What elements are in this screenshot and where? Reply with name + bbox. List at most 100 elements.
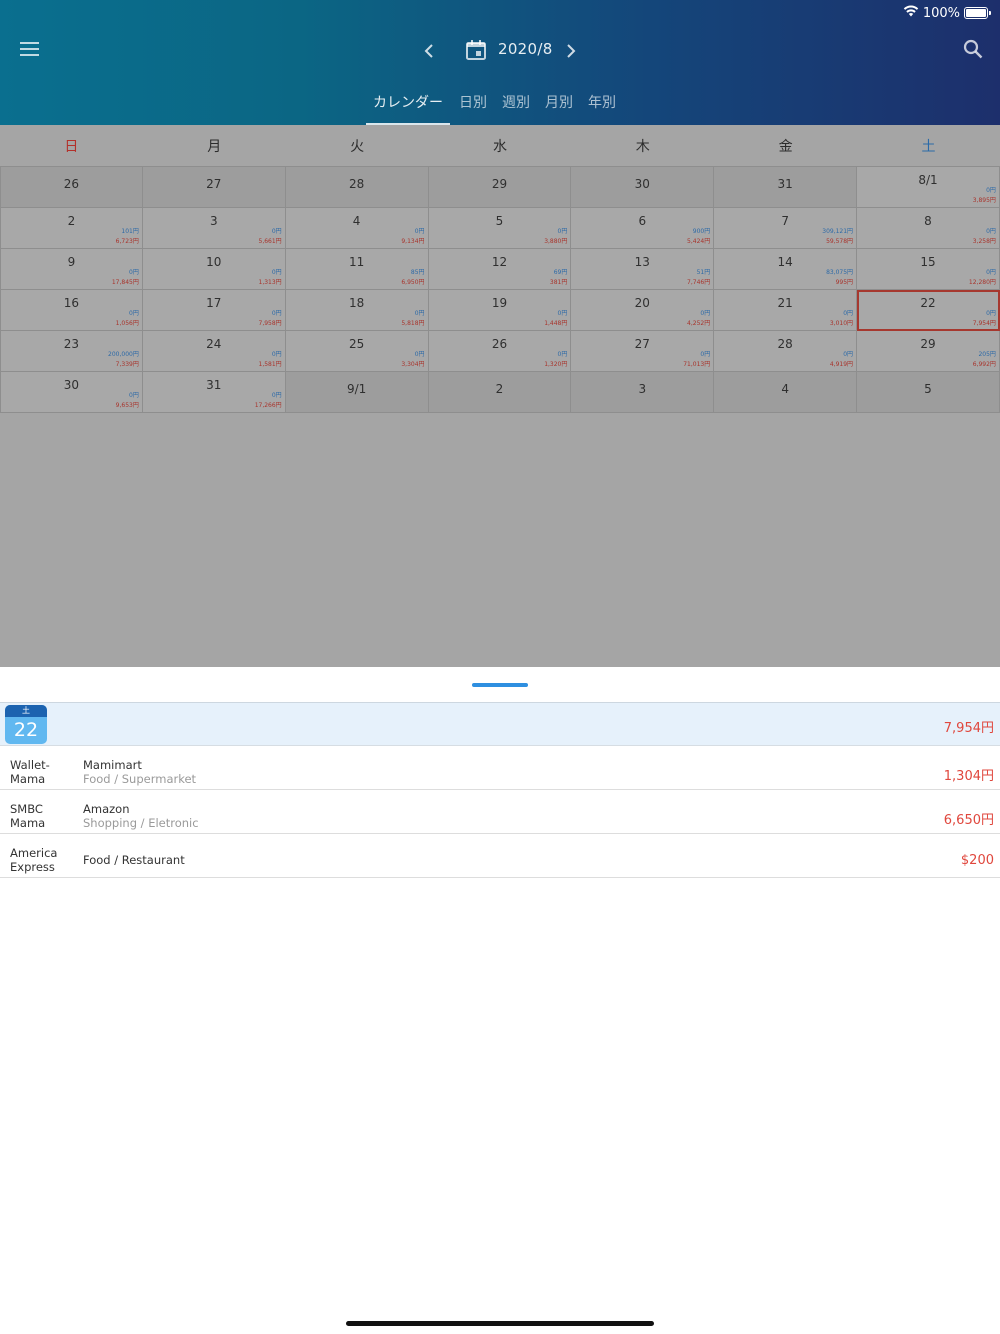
day-expense: 3,010円 xyxy=(829,320,854,327)
transaction-account: Wallet- Mama xyxy=(10,758,50,786)
search-button[interactable] xyxy=(958,34,988,64)
calendar-day-cell[interactable]: 17 0円 7,958円 xyxy=(142,290,286,331)
calendar-day-cell[interactable]: 3 0円 5,661円 xyxy=(142,208,286,249)
day-income: 0円 xyxy=(557,228,568,235)
calendar-day-cell[interactable]: 7 309,121円 59,578円 xyxy=(714,208,858,249)
calendar-day-cell[interactable]: 21 0円 3,010円 xyxy=(714,290,858,331)
calendar-day-cell[interactable]: 9/1 xyxy=(285,372,429,413)
calendar-icon[interactable] xyxy=(464,38,488,62)
calendar-day-cell[interactable]: 2 101円 6,723円 xyxy=(0,208,143,249)
day-income: 0円 xyxy=(986,187,996,194)
calendar-day-cell[interactable]: 30 xyxy=(571,167,715,208)
calendar-day-cell[interactable]: 2 xyxy=(428,372,572,413)
calendar-day-cell[interactable]: 5 xyxy=(857,372,1000,413)
calendar-day-cell[interactable]: 11 85円 6,950円 xyxy=(285,249,429,290)
wifi-icon xyxy=(903,5,919,21)
calendar-day-cell[interactable]: 26 xyxy=(0,167,143,208)
calendar-grid: 26 27 28 29 30 31 8/1 0円 3,895円 2 101円 6,723円 3 0円 5,6… xyxy=(0,166,1000,413)
day-number: 27 xyxy=(634,337,650,351)
calendar-day-cell[interactable]: 27 xyxy=(142,167,286,208)
day-number: 10 xyxy=(206,255,222,269)
transaction-account: SMBC Mama xyxy=(10,802,46,830)
calendar-day-cell[interactable]: 4 0円 9,134円 xyxy=(285,208,429,249)
prev-month-button[interactable] xyxy=(418,38,440,64)
calendar-day-cell[interactable]: 30 0円 9,653円 xyxy=(0,372,143,413)
calendar-day-cell[interactable]: 23 200,000円 7,339円 xyxy=(0,331,143,372)
tab-calendar[interactable]: カレンダー xyxy=(366,86,450,125)
day-income: 0円 xyxy=(986,310,996,317)
day-expense: 1,581円 xyxy=(258,361,282,368)
day-income: 0円 xyxy=(271,310,282,317)
battery-percent: 100% xyxy=(922,5,960,21)
day-income: 0円 xyxy=(700,310,711,317)
day-income: 0円 xyxy=(271,228,282,235)
day-expense: 4,919円 xyxy=(829,361,854,368)
day-number: 11 xyxy=(348,255,365,269)
next-month-button[interactable] xyxy=(560,38,582,64)
tab-weekly[interactable]: 週別 xyxy=(496,86,536,125)
day-expense: 59,578円 xyxy=(826,238,854,245)
calendar-day-cell[interactable]: 6 900円 5,424円 xyxy=(571,208,715,249)
day-number: 21 xyxy=(777,296,793,310)
calendar-day-cell[interactable]: 13 51円 7,746円 xyxy=(571,249,715,290)
calendar-day-cell[interactable]: 27 0円 71,013円 xyxy=(571,331,715,372)
calendar-day-cell[interactable]: 31 xyxy=(714,167,858,208)
calendar-day-cell[interactable]: 12 69円 381円 xyxy=(428,249,572,290)
day-number: 24 xyxy=(206,337,222,351)
tab-yearly[interactable]: 年別 xyxy=(582,86,622,125)
menu-button[interactable] xyxy=(14,34,46,64)
selected-day-summary[interactable]: 土 22 7,954円 xyxy=(0,702,1000,746)
day-number: 3 xyxy=(209,214,218,228)
search-icon xyxy=(963,39,983,59)
calendar-day-cell[interactable]: 29 205円 6,992円 xyxy=(857,331,1000,372)
calendar-day-cell[interactable]: 15 0円 12,280円 xyxy=(857,249,1000,290)
current-month[interactable]: 2020/8 xyxy=(498,40,553,58)
chevron-left-icon xyxy=(424,44,433,58)
home-indicator xyxy=(346,1321,654,1326)
day-number: 30 xyxy=(634,177,650,191)
transaction-row[interactable]: Wallet- Mama Mamimart Food / Supermarket… xyxy=(0,746,1000,790)
calendar-day-cell[interactable]: 28 xyxy=(285,167,429,208)
day-expense: 995円 xyxy=(835,279,854,286)
calendar-day-cell[interactable]: 5 0円 3,880円 xyxy=(428,208,572,249)
calendar-day-cell[interactable]: 14 83,075円 995円 xyxy=(714,249,858,290)
transaction-row[interactable]: America Express Food / Restaurant $200 xyxy=(0,834,1000,878)
day-number: 22 xyxy=(920,296,936,310)
calendar-day-cell[interactable]: 16 0円 1,056円 xyxy=(0,290,143,331)
calendar-day-cell[interactable]: 4 xyxy=(714,372,858,413)
day-number: 18 xyxy=(348,296,365,310)
calendar-day-cell[interactable]: 19 0円 1,448円 xyxy=(428,290,572,331)
day-expense: 4,252円 xyxy=(687,320,711,327)
calendar-day-cell[interactable]: 3 xyxy=(571,372,715,413)
transaction-category: Food / Supermarket xyxy=(83,772,197,786)
transaction-row[interactable]: SMBC Mama Amazon Shopping / Eletronic 6,… xyxy=(0,790,1000,834)
day-income: 900円 xyxy=(692,228,711,235)
calendar-day-cell[interactable]: 26 0円 1,320円 xyxy=(428,331,572,372)
day-income: 83,075円 xyxy=(826,269,854,276)
day-expense: 6,950円 xyxy=(401,279,425,286)
transaction-category: Shopping / Eletronic xyxy=(83,816,199,830)
tab-daily[interactable]: 日別 xyxy=(453,86,493,125)
tab-monthly[interactable]: 月別 xyxy=(539,86,579,125)
calendar-day-cell[interactable]: 8/1 0円 3,895円 xyxy=(857,167,1000,208)
calendar-day-cell[interactable]: 8 0円 3,258円 xyxy=(857,208,1000,249)
sheet-drag-handle[interactable] xyxy=(472,683,528,687)
day-income: 200,000円 xyxy=(108,351,139,358)
weekday-fri: 金 xyxy=(778,138,793,155)
calendar-day-cell[interactable]: 10 0円 1,313円 xyxy=(142,249,286,290)
calendar-day-cell[interactable]: 29 xyxy=(428,167,572,208)
calendar-day-cell-selected[interactable]: 22 0円 7,954円 xyxy=(857,290,1000,331)
day-income: 0円 xyxy=(129,392,139,399)
day-income: 51円 xyxy=(696,269,711,276)
calendar-day-cell[interactable]: 20 0円 4,252円 xyxy=(571,290,715,331)
calendar-day-cell[interactable]: 9 0円 17,845円 xyxy=(0,249,143,290)
day-income: 0円 xyxy=(271,351,282,358)
day-number: 15 xyxy=(920,255,936,269)
calendar-day-cell[interactable]: 24 0円 1,581円 xyxy=(142,331,286,372)
calendar-day-cell[interactable]: 31 0円 17,266円 xyxy=(142,372,286,413)
calendar-day-cell[interactable]: 25 0円 3,304円 xyxy=(285,331,429,372)
calendar-day-cell[interactable]: 28 0円 4,919円 xyxy=(714,331,858,372)
day-expense: 7,339円 xyxy=(115,361,139,368)
day-income: 0円 xyxy=(986,228,996,235)
calendar-day-cell[interactable]: 18 0円 5,818円 xyxy=(285,290,429,331)
